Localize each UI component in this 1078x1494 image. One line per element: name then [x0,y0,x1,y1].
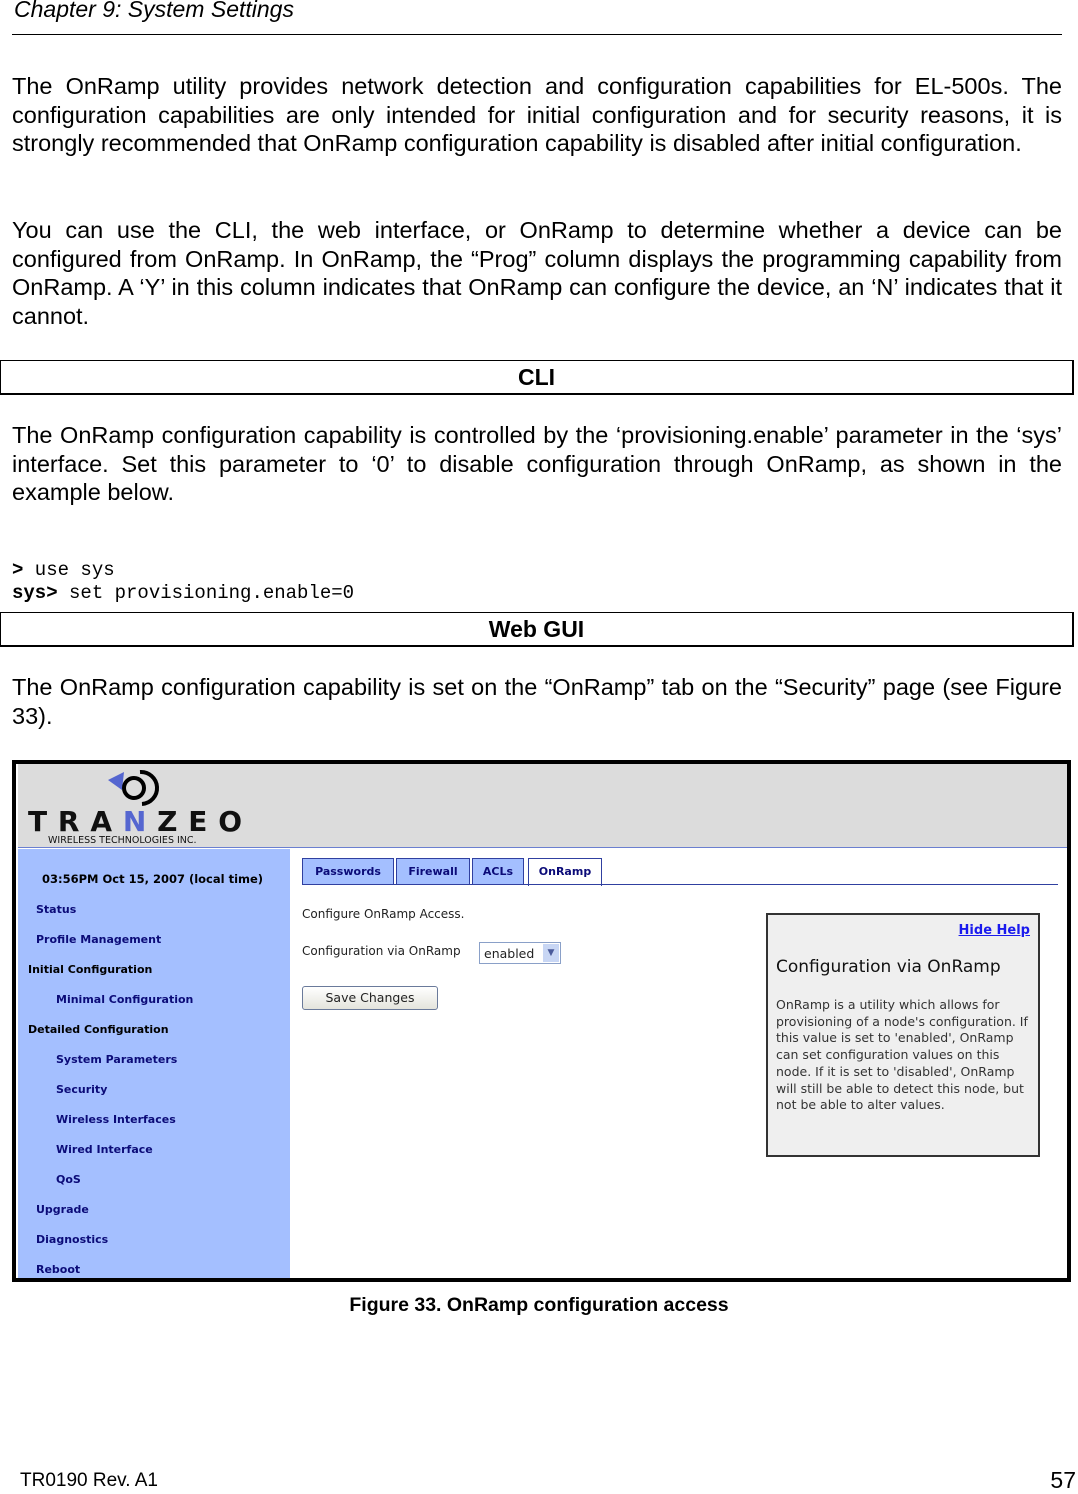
page-number: 57 [1050,1467,1076,1493]
figure-screenshot: TRA N ZEO WIRELESS TECHNOLOGIES INC. 03:56… [12,760,1071,1282]
svg-text:WIRELESS TECHNOLOGIES INC.: WIRELESS TECHNOLOGIES INC. [48,835,197,846]
save-changes-button[interactable]: Save Changes [302,986,438,1010]
field-label: Configuration via OnRamp [302,944,461,958]
sidebar-item-upgrade[interactable]: Upgrade [36,1203,89,1216]
onramp-select[interactable]: enabled ▼ [479,942,561,964]
help-panel: Hide Help Configuration via OnRamp OnRam… [766,913,1040,1157]
help-title: Configuration via OnRamp [776,957,1001,977]
sidebar-item-status[interactable]: Status [36,903,76,916]
intro-text: Configure OnRamp Access. [302,907,465,921]
tab-onramp[interactable]: OnRamp [528,858,602,886]
doc-id: TR0190 Rev. A1 [20,1470,159,1491]
cli-paragraph: The OnRamp configuration capability is c… [12,422,1062,506]
local-time: 03:56PM Oct 15, 2007 (local time) [42,872,264,886]
sidebar-nav: 03:56PM Oct 15, 2007 (local time) Status… [18,849,290,1278]
sidebar-item-wired-interface[interactable]: Wired Interface [56,1143,153,1156]
sidebar-item-qos[interactable]: QoS [56,1173,81,1186]
hide-help-link[interactable]: Hide Help [959,923,1030,938]
webgui-heading: Web GUI [0,612,1074,647]
tab-underline [302,884,1058,885]
sidebar-item-initial-configuration: Initial Configuration [28,963,153,976]
help-body: OnRamp is a utility which allows for pro… [776,997,1028,1113]
header-divider [12,34,1062,35]
sidebar-item-security[interactable]: Security [56,1083,107,1096]
sidebar-item-minimal-configuration[interactable]: Minimal Configuration [56,993,193,1006]
app-header: TRA N ZEO WIRELESS TECHNOLOGIES INC. [18,764,1067,848]
chapter-title: Chapter 9: System Settings [14,0,294,22]
sidebar-item-detailed-configuration: Detailed Configuration [28,1023,169,1036]
cli-heading: CLI [0,360,1074,395]
sidebar-item-wireless-interfaces[interactable]: Wireless Interfaces [56,1113,176,1126]
code-line: > use sys [12,559,115,581]
tranzeo-logo: TRA N ZEO WIRELESS TECHNOLOGIES INC. [28,769,242,846]
tab-passwords[interactable]: Passwords [302,858,394,885]
cli-code-block: > use sys sys> set provisioning.enable=0 [12,536,354,605]
sidebar-item-reboot[interactable]: Reboot [36,1263,80,1276]
figure-caption: Figure 33. OnRamp configuration access [349,1294,729,1316]
tab-acls[interactable]: ACLs [472,858,524,885]
prog-paragraph: You can use the CLI, the web interface, … [12,217,1062,330]
svg-text:TRANZEO: TRA N ZEO [28,805,242,838]
sidebar-item-diagnostics[interactable]: Diagnostics [36,1233,108,1246]
code-line: sys> set provisioning.enable=0 [12,582,355,604]
tab-firewall[interactable]: Firewall [396,858,470,885]
webgui-paragraph: The OnRamp configuration capability is s… [12,674,1062,729]
intro-paragraph: The OnRamp utility provides network dete… [12,73,1062,157]
chevron-down-icon: ▼ [543,944,559,962]
sidebar-item-profile-management[interactable]: Profile Management [36,933,161,946]
sidebar-item-system-parameters[interactable]: System Parameters [56,1053,177,1066]
